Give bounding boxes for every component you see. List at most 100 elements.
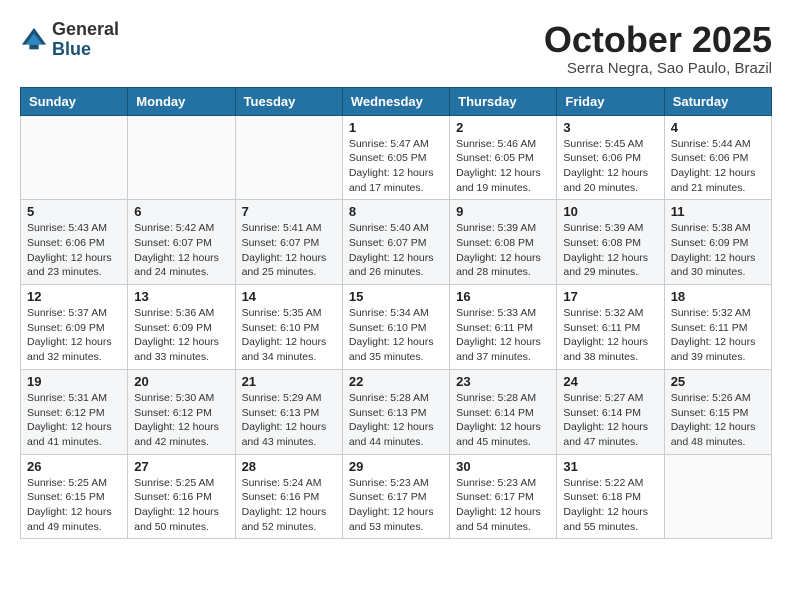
calendar-cell: 6Sunrise: 5:42 AM Sunset: 6:07 PM Daylig…: [128, 200, 235, 285]
weekday-header-thursday: Thursday: [450, 87, 557, 115]
weekday-header-row: SundayMondayTuesdayWednesdayThursdayFrid…: [21, 87, 772, 115]
day-info: Sunrise: 5:45 AM Sunset: 6:06 PM Dayligh…: [563, 137, 657, 196]
logo: General Blue: [20, 20, 119, 60]
day-number: 19: [27, 374, 121, 389]
day-info: Sunrise: 5:28 AM Sunset: 6:14 PM Dayligh…: [456, 391, 550, 450]
day-number: 10: [563, 204, 657, 219]
calendar-cell: [235, 115, 342, 200]
weekday-header-monday: Monday: [128, 87, 235, 115]
calendar-cell: 22 Sunrise: 5:28 AM Sunset: 6:13 PM Dayli…: [342, 369, 449, 454]
calendar-cell: 4Sunrise: 5:44 AM Sunset: 6:06 PM Daylig…: [664, 115, 771, 200]
day-info: Sunrise: 5:29 AM Sunset: 6:13 PM Dayligh…: [242, 391, 336, 450]
calendar-cell: 26 Sunrise: 5:25 AM Sunset: 6:15 PM Dayli…: [21, 454, 128, 539]
calendar-cell: 11Sunrise: 5:38 AM Sunset: 6:09 PM Dayli…: [664, 200, 771, 285]
calendar-cell: 10Sunrise: 5:39 AM Sunset: 6:08 PM Dayli…: [557, 200, 664, 285]
day-info: Sunrise: 5:27 AM Sunset: 6:14 PM Dayligh…: [563, 391, 657, 450]
day-number: 9: [456, 204, 550, 219]
day-info: Sunrise: 5:25 AM Sunset: 6:15 PM Dayligh…: [27, 476, 121, 535]
calendar-cell: 14Sunrise: 5:35 AM Sunset: 6:10 PM Dayli…: [235, 285, 342, 370]
calendar-cell: 17 Sunrise: 5:32 AM Sunset: 6:11 PM Dayli…: [557, 285, 664, 370]
logo-text: General Blue: [52, 20, 119, 60]
page-header: General Blue October 2025 Serra Negra, S…: [20, 20, 772, 77]
calendar-cell: 16 Sunrise: 5:33 AM Sunset: 6:11 PM Dayli…: [450, 285, 557, 370]
day-number: 21: [242, 374, 336, 389]
week-row-3: 12 Sunrise: 5:37 AM Sunset: 6:09 PM Dayli…: [21, 285, 772, 370]
month-title: October 2025: [544, 20, 772, 60]
day-number: 30: [456, 459, 550, 474]
calendar-cell: 18Sunrise: 5:32 AM Sunset: 6:11 PM Dayli…: [664, 285, 771, 370]
day-info: Sunrise: 5:38 AM Sunset: 6:09 PM Dayligh…: [671, 221, 765, 280]
day-number: 17: [563, 289, 657, 304]
day-info: Sunrise: 5:43 AM Sunset: 6:06 PM Dayligh…: [27, 221, 121, 280]
weekday-header-wednesday: Wednesday: [342, 87, 449, 115]
calendar-cell: 19 Sunrise: 5:31 AM Sunset: 6:12 PM Dayli…: [21, 369, 128, 454]
day-number: 7: [242, 204, 336, 219]
day-info: Sunrise: 5:42 AM Sunset: 6:07 PM Dayligh…: [134, 221, 228, 280]
day-number: 27: [134, 459, 228, 474]
title-block: October 2025 Serra Negra, Sao Paulo, Bra…: [544, 20, 772, 77]
week-row-5: 26 Sunrise: 5:25 AM Sunset: 6:15 PM Dayli…: [21, 454, 772, 539]
day-info: Sunrise: 5:41 AM Sunset: 6:07 PM Dayligh…: [242, 221, 336, 280]
calendar-cell: 29Sunrise: 5:23 AM Sunset: 6:17 PM Dayli…: [342, 454, 449, 539]
calendar-cell: 5 Sunrise: 5:43 AM Sunset: 6:06 PM Daylig…: [21, 200, 128, 285]
calendar-cell: 3 Sunrise: 5:45 AM Sunset: 6:06 PM Daylig…: [557, 115, 664, 200]
day-info: Sunrise: 5:37 AM Sunset: 6:09 PM Dayligh…: [27, 306, 121, 365]
calendar-cell: 28 Sunrise: 5:24 AM Sunset: 6:16 PM Dayli…: [235, 454, 342, 539]
day-info: Sunrise: 5:28 AM Sunset: 6:13 PM Dayligh…: [349, 391, 443, 450]
day-info: Sunrise: 5:25 AM Sunset: 6:16 PM Dayligh…: [134, 476, 228, 535]
day-number: 16: [456, 289, 550, 304]
logo-general: General: [52, 19, 119, 39]
calendar-cell: 13 Sunrise: 5:36 AM Sunset: 6:09 PM Dayli…: [128, 285, 235, 370]
day-number: 2: [456, 120, 550, 135]
day-info: Sunrise: 5:24 AM Sunset: 6:16 PM Dayligh…: [242, 476, 336, 535]
day-number: 14: [242, 289, 336, 304]
day-info: Sunrise: 5:23 AM Sunset: 6:17 PM Dayligh…: [349, 476, 443, 535]
day-info: Sunrise: 5:36 AM Sunset: 6:09 PM Dayligh…: [134, 306, 228, 365]
day-info: Sunrise: 5:26 AM Sunset: 6:15 PM Dayligh…: [671, 391, 765, 450]
location-subtitle: Serra Negra, Sao Paulo, Brazil: [544, 60, 772, 77]
calendar-cell: 20 Sunrise: 5:30 AM Sunset: 6:12 PM Dayli…: [128, 369, 235, 454]
logo-blue: Blue: [52, 39, 91, 59]
day-info: Sunrise: 5:44 AM Sunset: 6:06 PM Dayligh…: [671, 137, 765, 196]
calendar-cell: 24 Sunrise: 5:27 AM Sunset: 6:14 PM Dayli…: [557, 369, 664, 454]
day-number: 8: [349, 204, 443, 219]
calendar-table: SundayMondayTuesdayWednesdayThursdayFrid…: [20, 87, 772, 540]
calendar-cell: 8Sunrise: 5:40 AM Sunset: 6:07 PM Daylig…: [342, 200, 449, 285]
week-row-2: 5 Sunrise: 5:43 AM Sunset: 6:06 PM Daylig…: [21, 200, 772, 285]
weekday-header-friday: Friday: [557, 87, 664, 115]
day-number: 24: [563, 374, 657, 389]
day-info: Sunrise: 5:31 AM Sunset: 6:12 PM Dayligh…: [27, 391, 121, 450]
day-number: 28: [242, 459, 336, 474]
calendar-cell: 21 Sunrise: 5:29 AM Sunset: 6:13 PM Dayli…: [235, 369, 342, 454]
calendar-cell: 15 Sunrise: 5:34 AM Sunset: 6:10 PM Dayli…: [342, 285, 449, 370]
day-number: 26: [27, 459, 121, 474]
calendar-cell: 25 Sunrise: 5:26 AM Sunset: 6:15 PM Dayli…: [664, 369, 771, 454]
calendar-cell: [128, 115, 235, 200]
week-row-1: 1Sunrise: 5:47 AM Sunset: 6:05 PM Daylig…: [21, 115, 772, 200]
day-info: Sunrise: 5:22 AM Sunset: 6:18 PM Dayligh…: [563, 476, 657, 535]
week-row-4: 19 Sunrise: 5:31 AM Sunset: 6:12 PM Dayli…: [21, 369, 772, 454]
weekday-header-saturday: Saturday: [664, 87, 771, 115]
day-number: 5: [27, 204, 121, 219]
calendar-cell: 31Sunrise: 5:22 AM Sunset: 6:18 PM Dayli…: [557, 454, 664, 539]
day-number: 15: [349, 289, 443, 304]
calendar-cell: 27 Sunrise: 5:25 AM Sunset: 6:16 PM Dayli…: [128, 454, 235, 539]
day-number: 12: [27, 289, 121, 304]
day-number: 3: [563, 120, 657, 135]
day-info: Sunrise: 5:32 AM Sunset: 6:11 PM Dayligh…: [563, 306, 657, 365]
day-number: 22: [349, 374, 443, 389]
day-number: 23: [456, 374, 550, 389]
day-info: Sunrise: 5:33 AM Sunset: 6:11 PM Dayligh…: [456, 306, 550, 365]
calendar-cell: 12 Sunrise: 5:37 AM Sunset: 6:09 PM Dayli…: [21, 285, 128, 370]
day-number: 18: [671, 289, 765, 304]
day-number: 13: [134, 289, 228, 304]
day-info: Sunrise: 5:34 AM Sunset: 6:10 PM Dayligh…: [349, 306, 443, 365]
day-number: 25: [671, 374, 765, 389]
day-info: Sunrise: 5:30 AM Sunset: 6:12 PM Dayligh…: [134, 391, 228, 450]
weekday-header-sunday: Sunday: [21, 87, 128, 115]
day-info: Sunrise: 5:39 AM Sunset: 6:08 PM Dayligh…: [456, 221, 550, 280]
day-info: Sunrise: 5:47 AM Sunset: 6:05 PM Dayligh…: [349, 137, 443, 196]
day-info: Sunrise: 5:23 AM Sunset: 6:17 PM Dayligh…: [456, 476, 550, 535]
day-number: 20: [134, 374, 228, 389]
day-info: Sunrise: 5:46 AM Sunset: 6:05 PM Dayligh…: [456, 137, 550, 196]
